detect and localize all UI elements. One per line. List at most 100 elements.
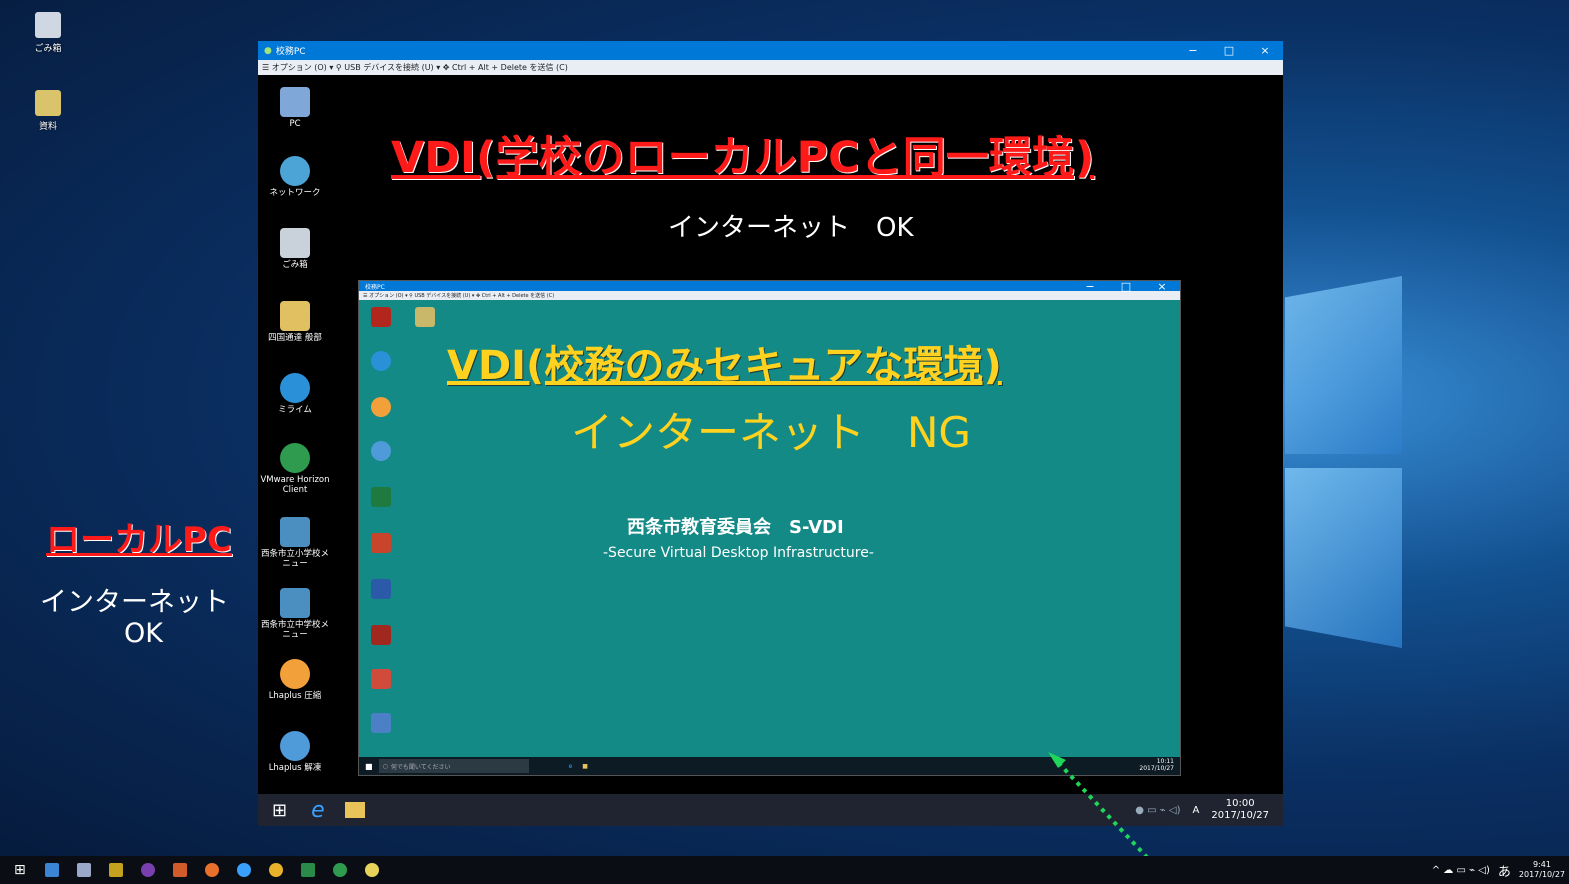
folder-user-icon	[280, 301, 310, 331]
presentation-icon[interactable]	[76, 863, 91, 877]
notes-icon[interactable]	[300, 863, 315, 877]
start-icon[interactable]: ⊞	[272, 800, 287, 821]
lightbulb-icon[interactable]	[364, 863, 379, 877]
excel-shortcut[interactable]	[361, 487, 401, 509]
shortcut-icon	[280, 588, 310, 618]
vdi-lhaplus-compress-icon[interactable]: Lhaplus 圧縮	[258, 659, 332, 702]
app-icon	[415, 307, 435, 327]
host-clock[interactable]: 9:41 2017/10/27	[1519, 860, 1565, 879]
outer-titlebar[interactable]: ● 校務PC − □ ×	[258, 41, 1283, 60]
folder-icon	[35, 90, 61, 116]
ie-icon[interactable]	[236, 863, 251, 877]
word-shortcut[interactable]	[361, 579, 401, 601]
app2-shortcut[interactable]	[361, 625, 401, 647]
camera-icon[interactable]	[172, 863, 187, 877]
chrome-icon[interactable]	[268, 863, 283, 877]
search-placeholder: 何でも聞いてください	[390, 763, 451, 771]
close-icon[interactable]: ×	[1144, 280, 1180, 293]
tray-icons[interactable]: ● ▭ ⌁ ◁)	[1135, 805, 1180, 816]
window-app-icon: ●	[264, 45, 272, 56]
ie-shortcut[interactable]	[361, 351, 401, 373]
lhaplus-compress-shortcut[interactable]	[361, 397, 401, 419]
vdi-folder-icon[interactable]: 四国通達 般部	[258, 301, 332, 344]
minimize-icon[interactable]: −	[1072, 280, 1108, 293]
vdi-network-icon[interactable]: ネットワーク	[258, 156, 332, 199]
word-icon	[371, 579, 391, 599]
start-icon[interactable]: ■	[365, 762, 373, 771]
media-icon[interactable]	[140, 863, 155, 877]
vdi-mirai-icon[interactable]: ミライム	[258, 373, 332, 416]
maximize-icon[interactable]: □	[1108, 280, 1144, 293]
inner-vdi-heading: VDI(校務のみセキュアな環境)	[447, 343, 1002, 389]
ie-icon[interactable]: e	[569, 763, 573, 770]
network-icon	[280, 156, 310, 186]
vdi-vmware-icon[interactable]: VMware Horizon Client	[258, 443, 332, 496]
lhaplus-compress-icon	[371, 397, 391, 417]
lhaplus-compress-icon	[280, 659, 310, 689]
recycle-bin-icon	[35, 12, 61, 38]
app-icon[interactable]	[108, 863, 123, 877]
firefox-icon[interactable]	[204, 863, 219, 877]
local-pc-title: ローカルPC	[46, 520, 232, 560]
documents-desktop-icon[interactable]: 資料	[18, 90, 78, 132]
host-clock-time: 9:41	[1532, 860, 1551, 870]
folder-icon[interactable]: ■	[582, 763, 588, 770]
vdi-pc-icon[interactable]: PC	[258, 87, 332, 130]
inner-clock-date: 2017/10/27	[1139, 765, 1174, 772]
org-subtitle: -Secure Virtual Desktop Infrastructure-	[603, 545, 874, 561]
lhaplus-extract-icon	[371, 441, 391, 461]
wallpaper-pane-top	[1285, 276, 1402, 454]
recycle-bin-icon	[280, 228, 310, 258]
powerpoint-icon	[371, 533, 391, 553]
wallpaper-pane-bottom	[1285, 468, 1402, 648]
inner-window-title: 校務PC	[365, 283, 385, 291]
vdi-junior-menu-icon[interactable]: 西条市立中学校メニュー	[258, 588, 332, 641]
viewer-icon	[371, 669, 391, 689]
maximize-icon[interactable]: □	[1211, 44, 1247, 57]
outer-clock[interactable]: 10:00 2017/10/27	[1211, 798, 1269, 822]
folder-icon[interactable]	[44, 863, 59, 877]
app-shortcut[interactable]	[405, 307, 445, 329]
ie-icon	[371, 351, 391, 371]
recycle-bin-desktop-icon[interactable]: ごみ箱	[18, 12, 78, 54]
acrobat-icon	[371, 307, 391, 327]
lhaplus-extract-icon	[280, 731, 310, 761]
lhaplus-extract-shortcut[interactable]	[361, 441, 401, 463]
outer-clock-date: 2017/10/27	[1211, 810, 1269, 821]
vmware-icon[interactable]	[332, 863, 347, 877]
host-clock-date: 2017/10/27	[1518, 870, 1565, 879]
outer-vdi-heading: VDI(学校のローカルPCと同一環境)	[391, 133, 1095, 183]
powerpoint-shortcut[interactable]	[361, 533, 401, 555]
vdi-recycle-icon[interactable]: ごみ箱	[258, 228, 332, 271]
minimize-icon[interactable]: −	[1175, 44, 1211, 57]
ime-indicator[interactable]: あ	[1498, 861, 1511, 880]
vdi-elementary-menu-icon[interactable]: 西条市立小学校メニュー	[258, 517, 332, 570]
outer-window-title: 校務PC	[275, 47, 306, 57]
inner-menubar[interactable]: ☰ オプション (O) ▾ ⚲ USB デバイスを接続 (U) ▾ ✥ Ctrl…	[359, 291, 1180, 300]
ie-icon[interactable]: e	[311, 798, 325, 823]
computer-icon	[280, 87, 310, 117]
tray-icons[interactable]: ^ ☁ ▭ ⌁ ◁)	[1432, 865, 1490, 876]
close-icon[interactable]: ×	[1247, 44, 1283, 57]
vdi-lhaplus-extract-icon[interactable]: Lhaplus 解凍	[258, 731, 332, 774]
file-explorer-icon[interactable]	[344, 802, 365, 818]
viewer-shortcut[interactable]	[361, 669, 401, 691]
inner-titlebar[interactable]: 校務PC − □ ×	[359, 280, 1180, 293]
outer-taskbar: ⊞ e ● ▭ ⌁ ◁) A 10:00 2017/10/27	[258, 794, 1283, 826]
start-icon[interactable]: ⊞	[14, 862, 26, 878]
local-internet-status: OK	[124, 618, 163, 649]
outer-vdi-window[interactable]: ● 校務PC − □ × ☰ オプション (O) ▾ ⚲ USB デバイスを接続…	[258, 41, 1283, 826]
host-taskbar: ⊞ ^ ☁ ▭ ⌁ ◁) あ 9:41 2017/10/27	[0, 856, 1569, 884]
inner-clock[interactable]: 10:11 2017/10/27	[1139, 759, 1174, 772]
app-icon	[371, 625, 391, 645]
outer-menubar[interactable]: ☰ オプション (O) ▾ ⚲ USB デバイスを接続 (U) ▾ ✥ Ctrl…	[258, 60, 1283, 75]
outer-internet-status: インターネット OK	[668, 213, 914, 243]
inner-vdi-window[interactable]: 校務PC − □ × ☰ オプション (O) ▾ ⚲ USB デバイスを接続 (U)…	[358, 280, 1181, 776]
table-shortcut[interactable]	[361, 713, 401, 735]
vmware-icon	[280, 443, 310, 473]
acrobat-shortcut[interactable]	[361, 307, 401, 329]
local-internet-label: インターネット	[40, 587, 229, 618]
inner-search-box[interactable]: ○ 何でも聞いてください	[378, 759, 529, 773]
ie-icon	[280, 373, 310, 403]
ime-indicator[interactable]: A	[1193, 805, 1200, 816]
